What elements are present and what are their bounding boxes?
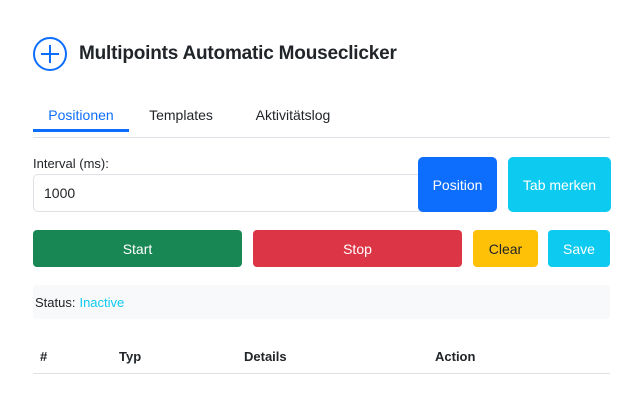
clear-button[interactable]: Clear bbox=[473, 230, 538, 267]
start-button[interactable]: Start bbox=[33, 230, 242, 267]
page-title: Multipoints Automatic Mouseclicker bbox=[79, 43, 397, 64]
save-button[interactable]: Save bbox=[548, 230, 610, 267]
tab-merken-button[interactable]: Tab merken bbox=[508, 157, 611, 212]
status-label: Status: bbox=[35, 294, 76, 310]
interval-label: Interval (ms): bbox=[33, 156, 109, 171]
tab-bar: Positionen Templates Aktivitätslog bbox=[33, 96, 610, 138]
interval-input[interactable] bbox=[33, 174, 431, 212]
column-header-action: Action bbox=[435, 349, 476, 364]
tab-templates[interactable]: Templates bbox=[137, 96, 225, 134]
tab-aktivitaetslog[interactable]: Aktivitätslog bbox=[241, 96, 345, 134]
positions-table-header: # Typ Details Action bbox=[33, 336, 610, 374]
status-badge: Inactive bbox=[79, 294, 125, 310]
column-header-number: # bbox=[40, 349, 48, 364]
position-button[interactable]: Position bbox=[418, 157, 497, 212]
app-header: Multipoints Automatic Mouseclicker bbox=[33, 37, 397, 71]
column-header-typ: Typ bbox=[119, 349, 142, 364]
active-tab-indicator bbox=[33, 129, 129, 132]
crosshair-plus-icon bbox=[33, 37, 67, 71]
stop-button[interactable]: Stop bbox=[253, 230, 462, 267]
status-bar: Status: Inactive bbox=[33, 285, 610, 319]
column-header-details: Details bbox=[244, 349, 287, 364]
